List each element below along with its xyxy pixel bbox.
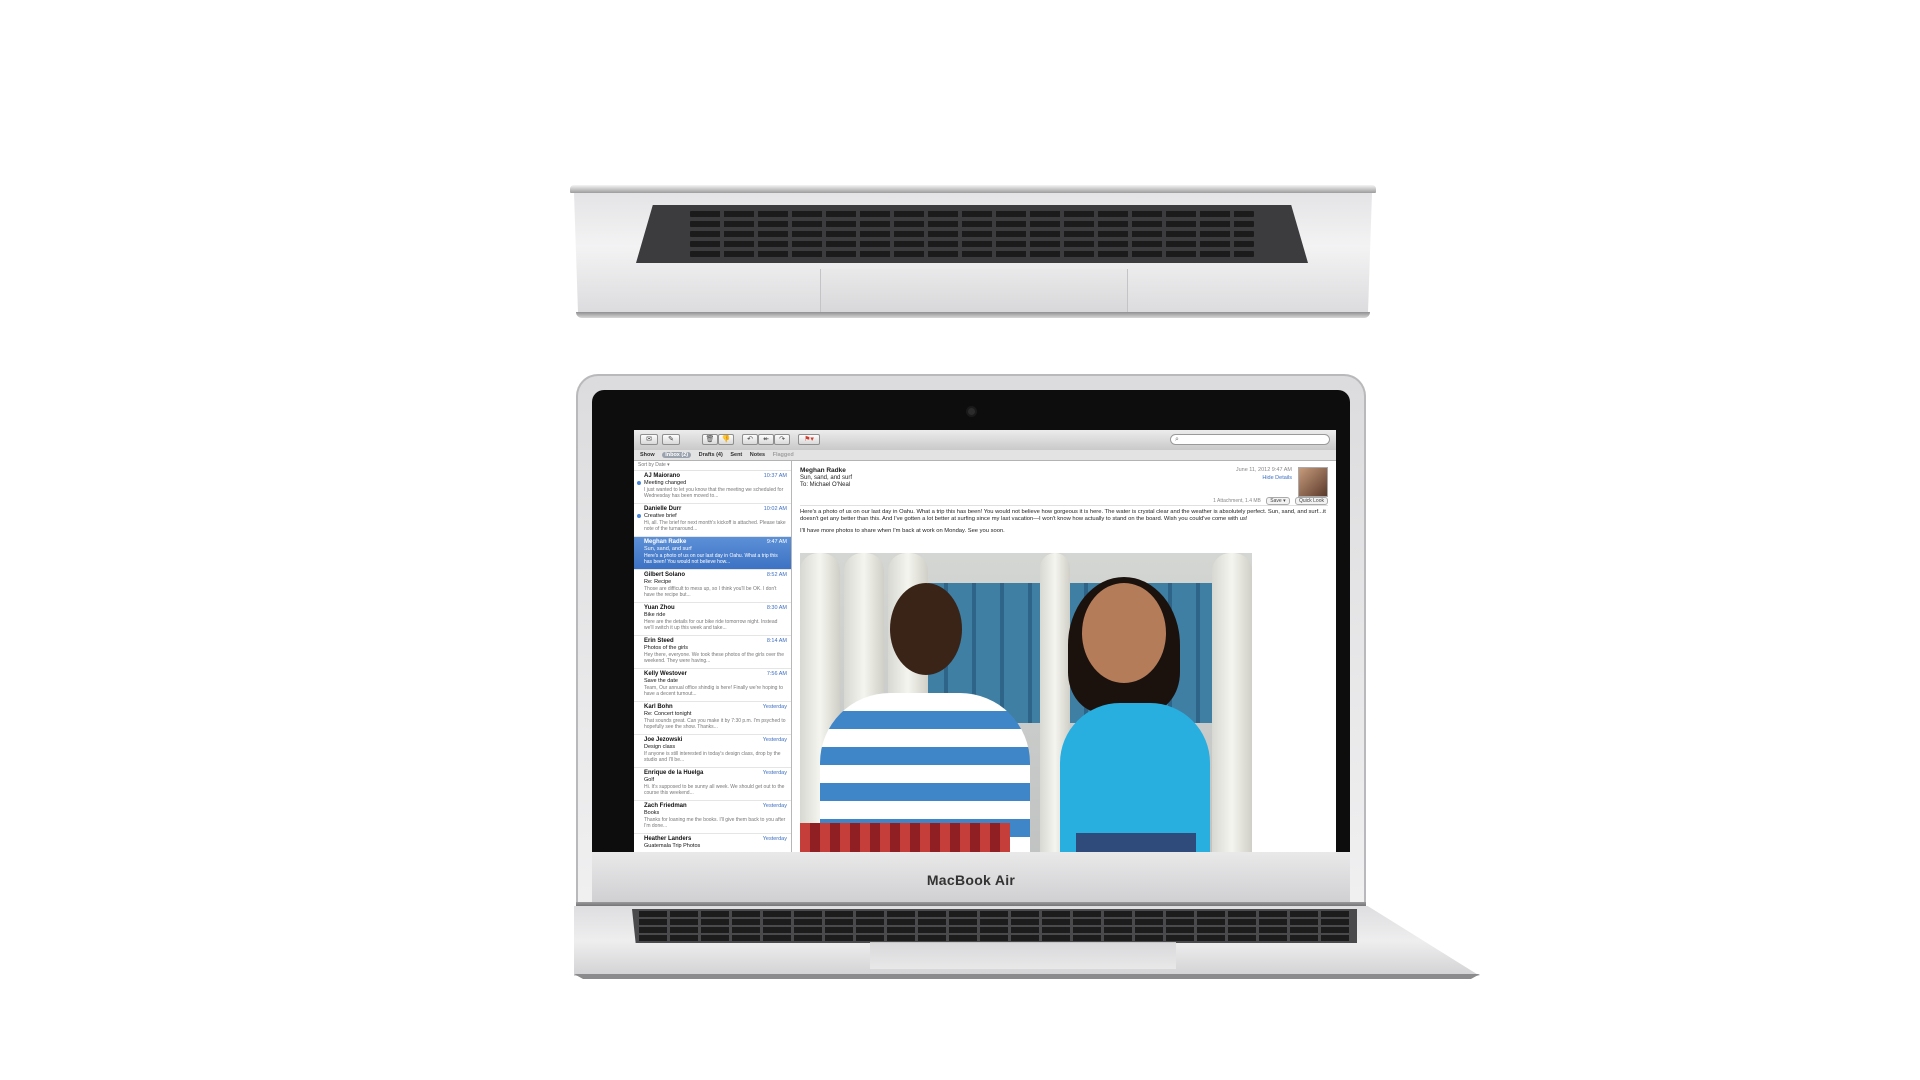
favorite-drafts[interactable]: Drafts (4) (699, 452, 723, 458)
compose-button[interactable]: ✎ (662, 434, 680, 445)
sort-menu[interactable]: Sort by Date ▾ (634, 461, 791, 471)
top-macbook-lid (570, 185, 1376, 193)
top-macbook-base (576, 312, 1370, 318)
list-item[interactable]: Karl Bohn Yesterday Re: Concert tonight Th… (634, 702, 791, 735)
list-item[interactable]: AJ Maiorano 10:37 AM Meeting changed I jus… (634, 471, 791, 504)
quick-look-button[interactable]: Quick Look (1294, 497, 1328, 505)
macbook-air-lid: ✉ ✎ 🗑 👎 ↶ ↞ ↷ ⚑▾ ⌕ Show Inbox (2) Drafts… (576, 374, 1366, 904)
top-macbook (570, 185, 1376, 320)
list-item[interactable]: Yuan Zhou 8:30 AM Bike ride Here are the d… (634, 603, 791, 636)
list-item[interactable]: Zach Friedman Yesterday Books Thanks for l… (634, 801, 791, 834)
message-body: Here's a photo of us on our last day in … (800, 509, 1328, 540)
unread-dot-icon (637, 514, 641, 518)
favorites-bar: Show Inbox (2) Drafts (4) Sent Notes Fla… (634, 450, 1336, 461)
delete-button[interactable]: 🗑 (702, 434, 718, 445)
message-list: Sort by Date ▾ AJ Maiorano 10:37 AM Meeti… (634, 461, 792, 866)
list-item[interactable]: Danielle Durr 10:02 AM Creative brief Hi, … (634, 504, 791, 537)
photo-person-man-head (890, 583, 962, 675)
flag-button[interactable]: ⚑▾ (798, 434, 820, 445)
bezel-chin: MacBook Air (592, 852, 1350, 904)
list-item[interactable]: Enrique de la Huelga Yesterday Golf Hi. It… (634, 768, 791, 801)
message-paragraph: I'll have more photos to share when I'm … (800, 528, 1005, 534)
message-recipient: To: Michael O'Neal (800, 482, 851, 488)
list-item-selected[interactable]: Meghan Radke 9:47 AM Sun, sand, and surf H… (634, 537, 791, 570)
junk-button[interactable]: 👎 (718, 434, 734, 445)
attachment-info: 1 Attachment, 1.4 MB (1213, 498, 1261, 504)
list-item[interactable]: Erin Steed 8:14 AM Photos of the girls Hey… (634, 636, 791, 669)
mail-window: ✉ ✎ 🗑 👎 ↶ ↞ ↷ ⚑▾ ⌕ Show Inbox (2) Drafts… (634, 430, 1336, 866)
favorite-inbox[interactable]: Inbox (2) (662, 452, 692, 458)
top-macbook-keyboard (636, 205, 1308, 263)
macbook-air-keyboard (632, 909, 1357, 943)
attachment-bar: 1 Attachment, 1.4 MB Save ▾ Quick Look (800, 497, 1328, 506)
get-mail-button[interactable]: ✉ (640, 434, 658, 445)
show-mailboxes-button[interactable]: Show (640, 452, 655, 458)
photo-surfboard (1212, 553, 1252, 857)
reply-button[interactable]: ↶ (742, 434, 758, 445)
favorite-flagged[interactable]: Flagged (773, 452, 794, 458)
list-item[interactable]: Gilbert Solano 8:52 AM Re: Recipe Those ar… (634, 570, 791, 603)
mail-toolbar: ✉ ✎ 🗑 👎 ↶ ↞ ↷ ⚑▾ ⌕ (634, 430, 1336, 451)
top-macbook-deck (574, 193, 1372, 312)
search-icon: ⌕ (1175, 436, 1179, 443)
attached-photo[interactable] (800, 553, 1252, 857)
favorite-notes[interactable]: Notes (750, 452, 765, 458)
macbook-air-trackpad (870, 942, 1176, 969)
camera-icon (968, 408, 975, 415)
search-input[interactable]: ⌕ (1170, 434, 1330, 445)
message-subject: Sun, sand, and surf (800, 475, 853, 481)
forward-button[interactable]: ↷ (774, 434, 790, 445)
top-macbook-trackpad (820, 269, 1128, 312)
favorite-sent[interactable]: Sent (730, 452, 742, 458)
macbook-air-base (574, 906, 1480, 976)
list-item[interactable]: Kelly Westover 7:56 AM Save the date Team,… (634, 669, 791, 702)
brand-label: MacBook Air (926, 872, 1016, 888)
save-button[interactable]: Save ▾ (1266, 497, 1290, 505)
avatar (1298, 467, 1328, 497)
photo-person-woman-head (1082, 583, 1166, 683)
unread-dot-icon (637, 481, 641, 485)
reply-all-button[interactable]: ↞ (758, 434, 774, 445)
message-date: June 11, 2012 9:47 AM (1235, 467, 1292, 473)
list-item[interactable]: Joe Jezowski Yesterday Design class If any… (634, 735, 791, 768)
screen-bezel: ✉ ✎ 🗑 👎 ↶ ↞ ↷ ⚑▾ ⌕ Show Inbox (2) Drafts… (592, 390, 1350, 904)
hide-details-link[interactable]: Hide Details (1262, 475, 1292, 481)
macbook-air-foot (574, 974, 1480, 979)
message-paragraph: Here's a photo of us on our last day in … (800, 509, 1326, 522)
message-viewer: Meghan Radke Sun, sand, and surf To: Mic… (792, 461, 1336, 866)
message-header: Meghan Radke Sun, sand, and surf To: Mic… (800, 467, 1328, 497)
